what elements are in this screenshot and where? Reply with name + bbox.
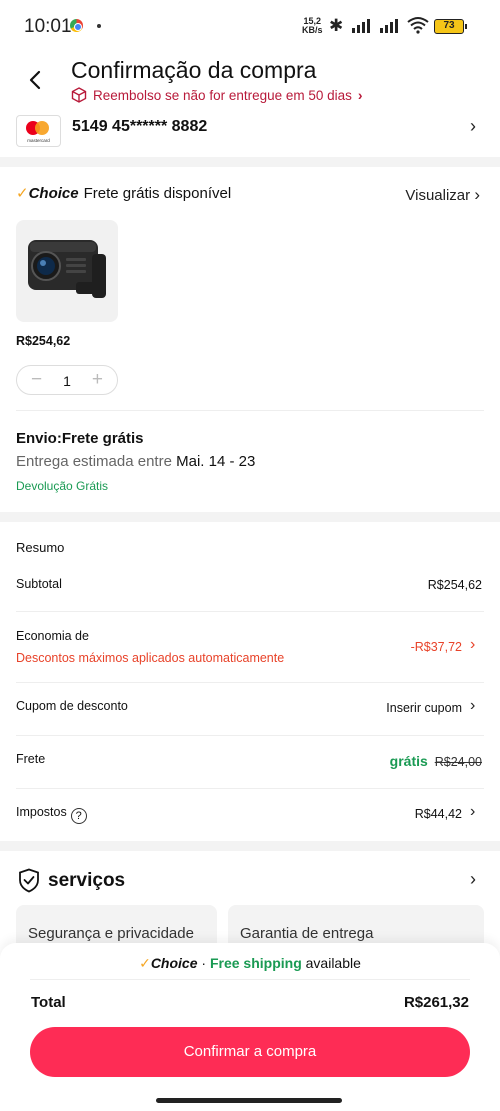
card-number: 5149 45****** 8882 <box>72 118 208 135</box>
chevron-right-icon: › <box>470 116 476 136</box>
product-price: R$254,62 <box>16 334 71 348</box>
status-time: 10:01 <box>24 16 72 37</box>
section-divider <box>0 512 500 522</box>
choice-logo: ✓Choice <box>16 185 79 202</box>
choice-free-shipping-row: ✓Choice Frete grátis disponível <box>16 184 232 203</box>
view-button[interactable]: Visualizar › <box>405 185 480 205</box>
signal-icon <box>352 18 374 33</box>
divider <box>16 611 484 612</box>
refund-text: Reembolso se não for entregue em 50 dias <box>93 87 352 103</box>
summary-title: Resumo <box>16 540 65 555</box>
taxes-value: R$44,42 <box>414 807 462 821</box>
section-divider <box>0 841 500 851</box>
delivery-estimate: Entrega estimada entre Mai. 14 - 23 <box>16 453 255 470</box>
chrome-icon <box>70 19 83 32</box>
battery-indicator: 73 <box>434 19 467 34</box>
signal-icon-2 <box>380 18 402 33</box>
shipping-fee-label: Frete <box>16 752 46 766</box>
quantity-stepper: − 1 + <box>16 365 118 395</box>
notification-dot-icon <box>97 24 101 28</box>
payment-method-row[interactable]: mastercard 5149 45****** 8882 › <box>0 108 500 148</box>
status-bar: 10:01 15,2 KB/s ✱ 73 <box>0 0 500 52</box>
insert-coupon-link[interactable]: Inserir cupom <box>386 701 462 715</box>
taxes-label: Impostos? <box>16 805 87 824</box>
refund-box-icon <box>71 87 87 103</box>
coupon-label: Cupom de desconto <box>16 699 128 713</box>
savings-note: Descontos máximos aplicados automaticame… <box>16 651 285 665</box>
delivery-dates: Mai. 14 - 23 <box>176 453 256 470</box>
plus-icon[interactable]: + <box>92 369 103 391</box>
mastercard-logo: mastercard <box>16 115 61 147</box>
free-shipping-promo: ✓Choice · Free shipping available <box>139 955 361 971</box>
network-speed: 15,2 KB/s <box>302 17 323 35</box>
product-image[interactable] <box>16 220 118 322</box>
chevron-right-icon: › <box>474 185 480 204</box>
wifi-icon <box>407 17 429 34</box>
mastercard-logo-text: mastercard <box>27 138 50 143</box>
back-arrow-icon[interactable] <box>24 68 48 92</box>
shipping-old-price: R$24,00 <box>434 755 482 769</box>
section-divider <box>0 157 500 167</box>
shipping-free-text: grátis <box>389 753 428 769</box>
subtotal-value: R$254,62 <box>427 578 482 592</box>
chevron-right-icon: › <box>357 87 363 103</box>
refund-guarantee-link[interactable]: Reembolso se não for entregue em 50 dias… <box>71 87 363 103</box>
projector-image-icon <box>28 240 106 298</box>
choice-label: Frete grátis disponível <box>83 184 232 202</box>
chevron-right-icon: › <box>470 803 476 820</box>
total-value: R$261,32 <box>403 994 469 1011</box>
savings-label: Economia de <box>16 629 89 643</box>
choice-logo: ✓Choice <box>139 955 198 971</box>
chevron-right-icon: › <box>470 636 476 653</box>
bluetooth-icon: ✱ <box>329 16 344 35</box>
divider <box>16 410 484 411</box>
shipping-title: Envio:Frete grátis <box>16 430 144 447</box>
divider <box>16 788 484 789</box>
check-icon: ✓ <box>139 955 151 971</box>
savings-value: -R$37,72 <box>410 640 462 654</box>
promo-free-shipping: Free shipping <box>209 955 302 971</box>
delivery-estimate-prefix: Entrega estimada entre <box>16 453 172 470</box>
shield-check-icon <box>19 868 39 893</box>
total-label: Total <box>31 994 66 1011</box>
services-title: serviços <box>48 870 126 891</box>
network-speed-unit: KB/s <box>302 25 323 35</box>
chevron-right-icon: › <box>470 697 476 714</box>
divider <box>16 735 484 736</box>
home-indicator[interactable] <box>156 1098 342 1103</box>
divider <box>16 682 484 683</box>
subtotal-label: Subtotal <box>16 577 62 591</box>
shipping-fee-value: grátis R$24,00 <box>390 753 482 769</box>
checkout-bottom-panel: ✓Choice · Free shipping available Total … <box>0 943 500 1111</box>
help-icon[interactable]: ? <box>70 808 87 824</box>
page-title: Confirmação da compra <box>71 57 317 83</box>
divider <box>30 979 470 980</box>
check-icon: ✓ <box>16 185 29 202</box>
free-return-label: Devolução Grátis <box>16 479 109 493</box>
confirm-purchase-button[interactable]: Confirmar a compra <box>30 1027 470 1077</box>
services-chevron-right-icon[interactable]: › <box>470 869 476 890</box>
